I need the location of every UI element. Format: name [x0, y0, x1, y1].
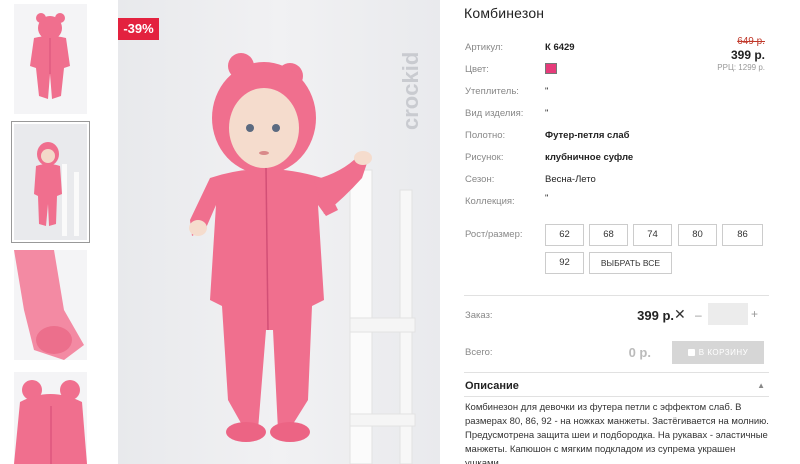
- spec-label-insulation: Утеплитель:: [465, 86, 519, 97]
- main-product-image[interactable]: crockid: [118, 0, 440, 464]
- spec-value-print: клубничное суфле: [545, 152, 634, 163]
- increase-quantity-button[interactable]: +: [751, 307, 758, 321]
- add-to-cart-button[interactable]: В КОРЗИНУ: [672, 341, 764, 364]
- thumbnail-3-image: [14, 250, 87, 360]
- old-price: 649 р.: [737, 36, 765, 47]
- thumbnail-2-image: [14, 124, 87, 240]
- spec-label-season: Сезон:: [465, 174, 495, 185]
- spec-value-fabric: Футер-петля слаб: [545, 130, 630, 141]
- decrease-quantity-button[interactable]: –: [695, 308, 702, 322]
- discount-badge: -39%: [118, 18, 159, 40]
- order-unit-price: 399 р.: [637, 308, 674, 323]
- main-image-graphic: crockid: [189, 52, 423, 464]
- cart-icon: [687, 349, 695, 356]
- size-option-62[interactable]: 62: [545, 224, 584, 246]
- spec-value-type: ": [545, 108, 549, 119]
- total-price: 0 р.: [628, 345, 651, 360]
- size-option-68[interactable]: 68: [589, 224, 628, 246]
- spec-value-collection: ": [545, 193, 549, 204]
- thumbnail-4[interactable]: [14, 372, 87, 464]
- spec-value-article: К 6429: [545, 42, 575, 53]
- sizes-label: Рост/размер:: [465, 229, 523, 240]
- thumbnail-4-image: [14, 372, 87, 464]
- size-option-74[interactable]: 74: [633, 224, 672, 246]
- size-option-86[interactable]: 86: [722, 224, 763, 246]
- spec-label-article: Артикул:: [465, 42, 504, 53]
- divider: [464, 396, 769, 397]
- rrp-price: РРЦ: 1299 р.: [717, 63, 765, 72]
- current-price: 399 р.: [730, 48, 765, 62]
- description-heading[interactable]: Описание: [465, 380, 519, 392]
- multiply-icon: ✕: [674, 306, 686, 322]
- color-swatch[interactable]: [545, 63, 557, 74]
- order-label: Заказ:: [465, 310, 493, 321]
- divider: [464, 295, 769, 296]
- divider: [464, 372, 769, 373]
- size-option-92[interactable]: 92: [545, 252, 584, 274]
- spec-label-color: Цвет:: [465, 64, 489, 75]
- brand-watermark: crockid: [398, 52, 423, 130]
- product-title: Комбинезон: [464, 5, 545, 21]
- select-all-sizes-button[interactable]: ВЫБРАТЬ ВСЕ: [589, 252, 672, 274]
- description-text: Комбинезон для девочки из футера петли с…: [465, 402, 769, 464]
- spec-label-collection: Коллекция:: [465, 196, 515, 207]
- spec-label-fabric: Полотно:: [465, 130, 506, 141]
- thumbnail-1[interactable]: [14, 4, 87, 114]
- collapse-caret-icon[interactable]: ▲: [757, 381, 765, 390]
- size-option-80[interactable]: 80: [678, 224, 717, 246]
- total-label: Всего:: [465, 347, 493, 358]
- thumbnail-3[interactable]: [14, 250, 87, 360]
- spec-label-type: Вид изделия:: [465, 108, 524, 119]
- spec-value-season: Весна-Лето: [545, 174, 596, 185]
- add-to-cart-label: В КОРЗИНУ: [698, 348, 749, 357]
- thumbnail-1-image: [14, 4, 87, 114]
- spec-value-insulation: ": [545, 86, 549, 97]
- spec-label-print: Рисунок:: [465, 152, 504, 163]
- quantity-input[interactable]: [708, 303, 748, 325]
- thumbnail-2[interactable]: [11, 121, 90, 243]
